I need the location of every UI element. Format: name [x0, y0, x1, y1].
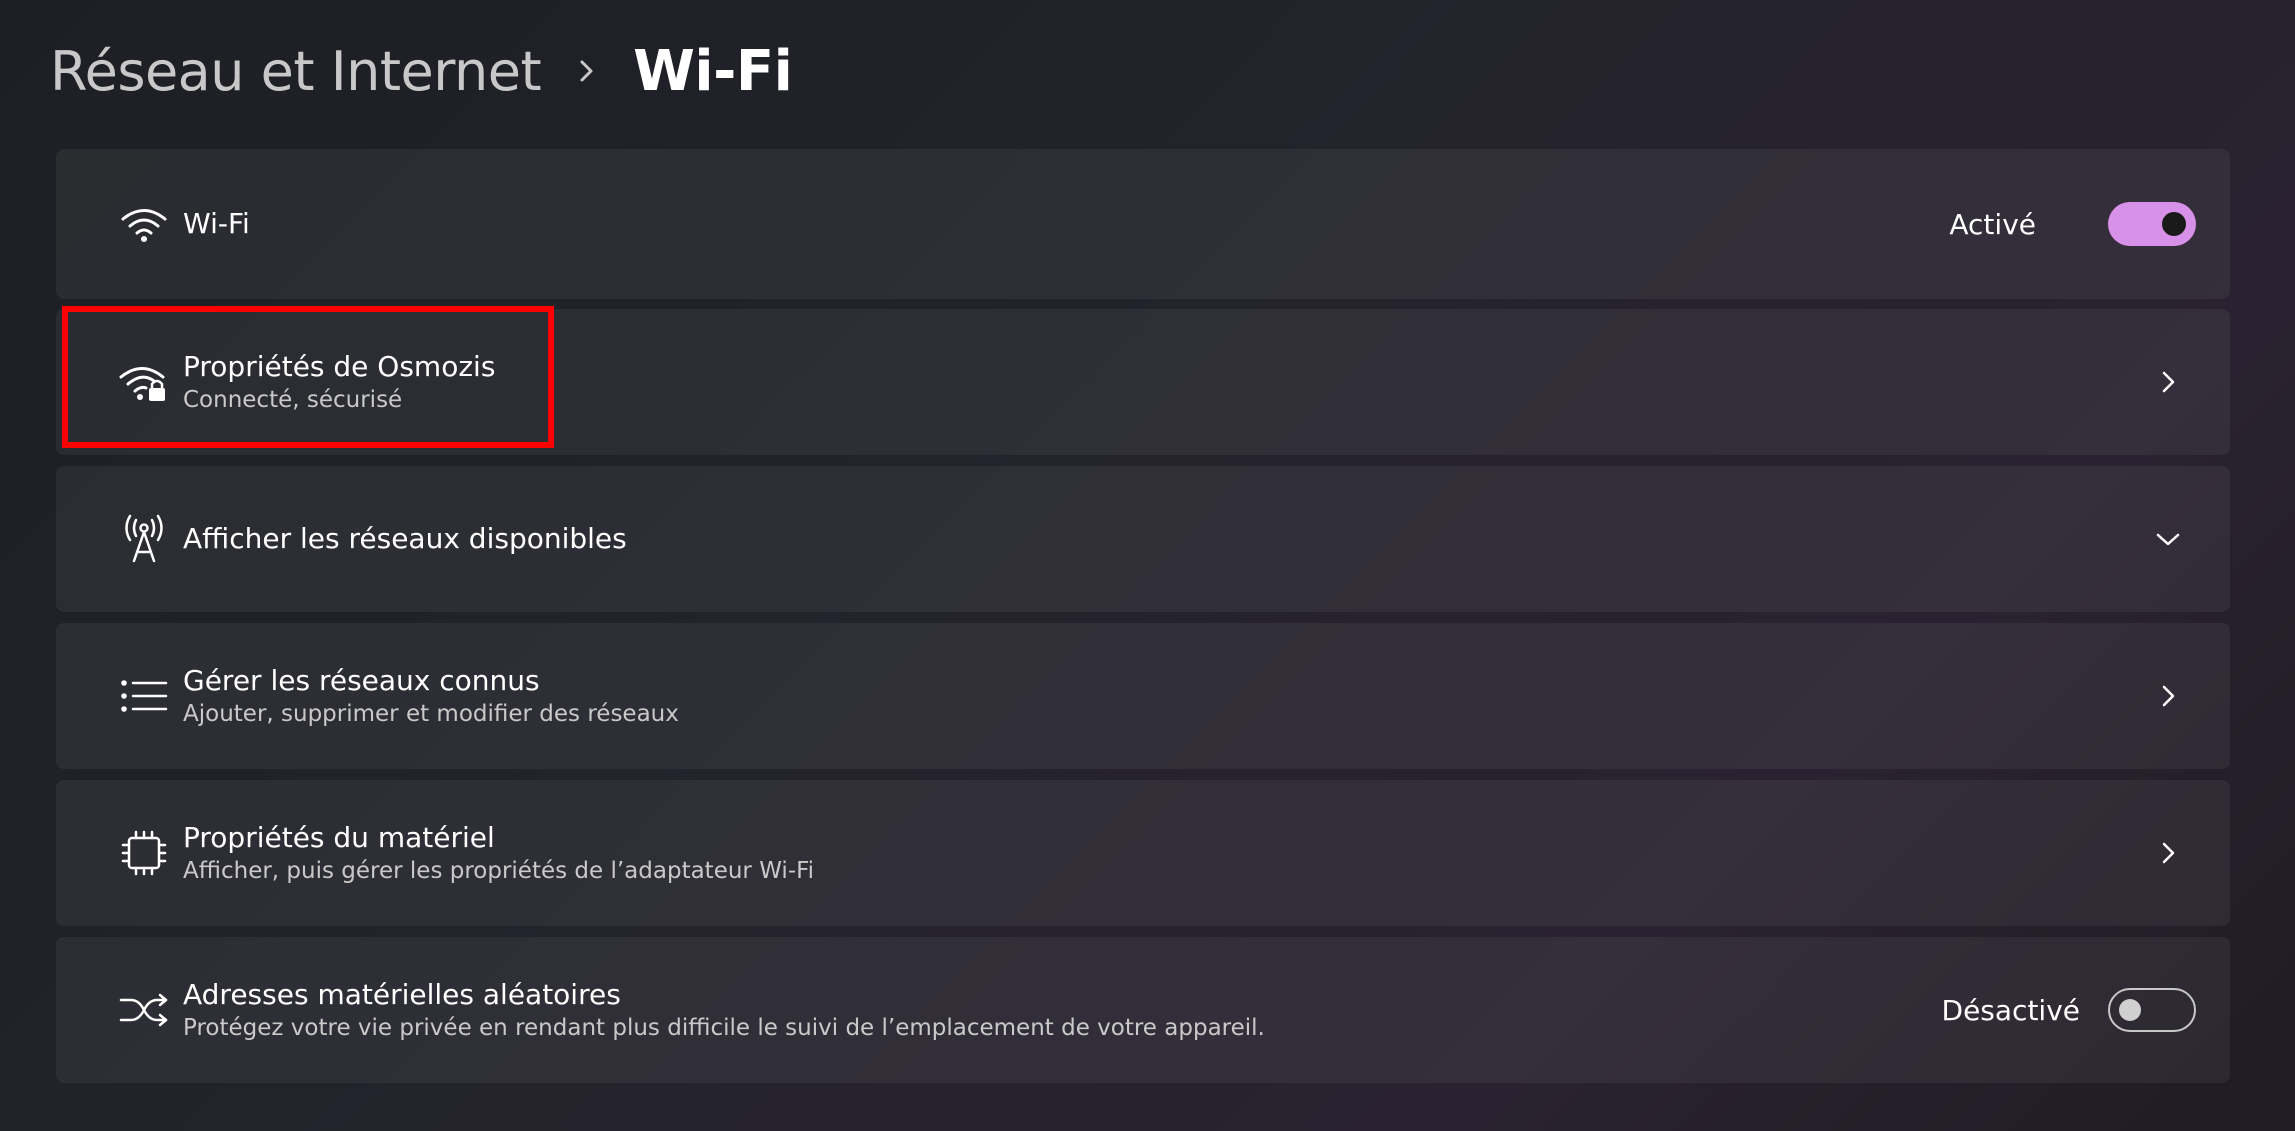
hardware-properties-subtitle: Afficher, puis gérer les propriétés de l…: [183, 858, 815, 884]
chevron-right-icon: [2154, 368, 2182, 396]
breadcrumb-parent-link[interactable]: Réseau et Internet: [50, 40, 542, 103]
shuffle-icon: [118, 984, 170, 1036]
hardware-properties-title: Propriétés du matériel: [183, 821, 495, 854]
chevron-right-icon: [2154, 682, 2182, 710]
chevron-down-icon: [2154, 525, 2182, 553]
wifi-toggle-row[interactable]: Wi-Fi Activé: [56, 149, 2230, 299]
random-addresses-title: Adresses matérielles aléatoires: [183, 978, 621, 1011]
hardware-properties-row[interactable]: Propriétés du matériel Afficher, puis gé…: [56, 780, 2230, 926]
page-title: Wi-Fi: [633, 38, 793, 104]
random-addresses-row: Adresses matérielles aléatoires Protégez…: [56, 937, 2230, 1083]
available-networks-title: Afficher les réseaux disponibles: [183, 522, 627, 555]
wifi-row-title: Wi-Fi: [183, 207, 250, 240]
toggle-knob: [2162, 212, 2186, 236]
wifi-icon: [118, 198, 170, 250]
chevron-right-icon: [2154, 839, 2182, 867]
antenna-icon: [118, 513, 170, 565]
network-properties-row[interactable]: Propriétés de Osmozis Connecté, sécurisé: [56, 309, 2230, 455]
wifi-status-label: Activé: [1949, 207, 2036, 241]
breadcrumb: Réseau et Internet Wi-Fi: [50, 36, 793, 106]
random-addresses-status-label: Désactivé: [1941, 993, 2080, 1027]
available-networks-row[interactable]: Afficher les réseaux disponibles: [56, 466, 2230, 612]
wifi-lock-icon: [118, 356, 170, 408]
chip-icon: [118, 827, 170, 879]
random-addresses-toggle-switch[interactable]: [2108, 988, 2196, 1032]
network-properties-subtitle: Connecté, sécurisé: [183, 387, 403, 413]
known-networks-title: Gérer les réseaux connus: [183, 664, 540, 697]
toggle-knob: [2119, 999, 2141, 1021]
random-addresses-subtitle: Protégez votre vie privée en rendant plu…: [183, 1015, 1265, 1041]
chevron-right-icon: [577, 57, 597, 85]
list-icon: [118, 670, 170, 722]
known-networks-subtitle: Ajouter, supprimer et modifier des résea…: [183, 701, 679, 727]
known-networks-row[interactable]: Gérer les réseaux connus Ajouter, suppri…: [56, 623, 2230, 769]
network-properties-title: Propriétés de Osmozis: [183, 350, 496, 383]
wifi-toggle-switch[interactable]: [2108, 202, 2196, 246]
